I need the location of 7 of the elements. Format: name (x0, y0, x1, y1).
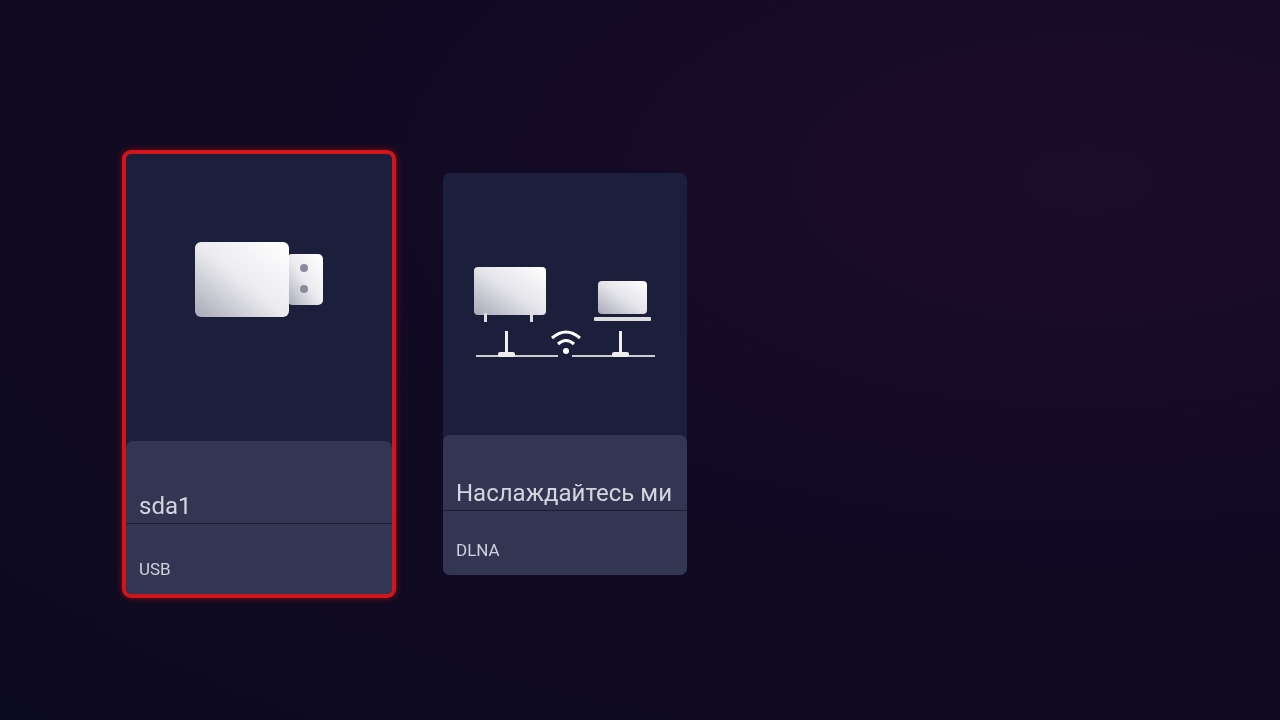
card-title: Наслаждайтесь ми (443, 435, 687, 511)
card-title: sda1 (126, 441, 392, 524)
usb-drive-icon (194, 241, 324, 318)
card-subtitle: USB (138, 557, 172, 581)
card-subtitle: DLNA (455, 538, 501, 562)
source-card[interactable]: Наслаждайтесь ми DLNA (443, 173, 687, 575)
source-card[interactable]: sda1 USB (122, 150, 396, 598)
